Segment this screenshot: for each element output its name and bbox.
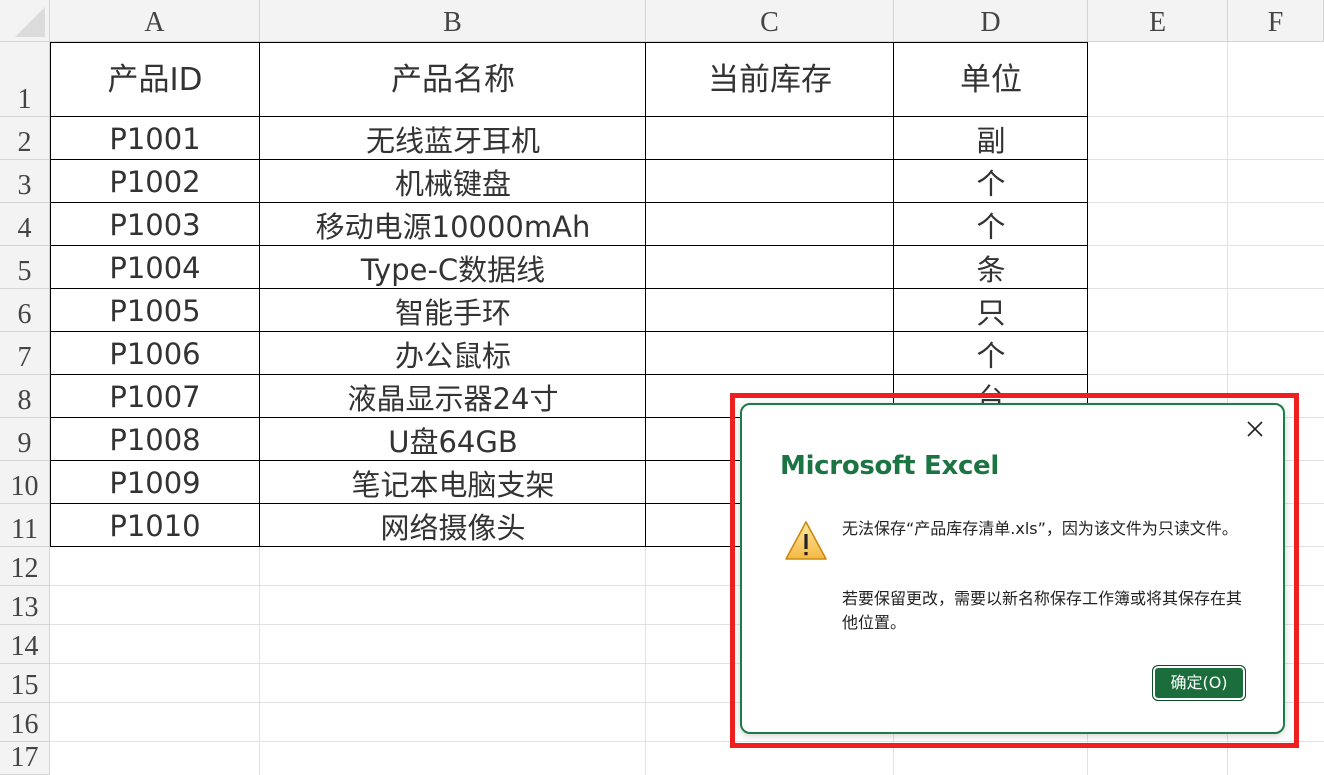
row-number: 17 <box>10 742 39 773</box>
row-number: 16 <box>10 709 39 740</box>
row-header-14[interactable]: 14 <box>0 625 50 664</box>
cell-c2[interactable] <box>646 117 894 160</box>
row-header-11[interactable]: 11 <box>0 504 50 547</box>
cell-c7[interactable] <box>646 332 894 375</box>
cell-b6[interactable]: 智能手环 <box>260 289 646 332</box>
cell-d4[interactable]: 个 <box>894 203 1088 246</box>
cell-a4[interactable]: P1003 <box>50 203 260 246</box>
row-number: 8 <box>17 385 32 416</box>
dialog-title: Microsoft Excel <box>780 451 1000 481</box>
row-header-5[interactable]: 5 <box>0 246 50 289</box>
row-header-9[interactable]: 9 <box>0 418 50 461</box>
warning-icon <box>785 521 827 560</box>
column-header-a[interactable]: A <box>50 0 260 42</box>
column-header-c[interactable]: C <box>646 0 894 42</box>
row-number: 11 <box>11 514 38 545</box>
cell-a2[interactable]: P1001 <box>50 117 260 160</box>
row-header-4[interactable]: 4 <box>0 203 50 246</box>
cell-a10[interactable]: P1009 <box>50 461 260 504</box>
row-number: 5 <box>17 256 32 287</box>
ok-button[interactable]: 确定(O) <box>1152 665 1246 701</box>
dialog-message-primary: 无法保存“产品库存清单.xls”，因为该文件为只读文件。 <box>842 519 1238 538</box>
cell-d7[interactable]: 个 <box>894 332 1088 375</box>
row-number: 4 <box>17 213 32 244</box>
column-header-b[interactable]: B <box>260 0 646 42</box>
cell-c6[interactable] <box>646 289 894 332</box>
row-number: 2 <box>17 127 32 158</box>
cell-a5[interactable]: P1004 <box>50 246 260 289</box>
close-icon[interactable] <box>1241 415 1269 443</box>
row-header-13[interactable]: 13 <box>0 586 50 625</box>
dialog-message-secondary: 若要保留更改，需要以新名称保存工作簿或将其保存在其他位置。 <box>842 589 1243 632</box>
cell-a9[interactable]: P1008 <box>50 418 260 461</box>
cell-b11[interactable]: 网络摄像头 <box>260 504 646 547</box>
cell-a3[interactable]: P1002 <box>50 160 260 203</box>
column-header-e[interactable]: E <box>1088 0 1228 42</box>
row-header-2[interactable]: 2 <box>0 117 50 160</box>
row-number: 12 <box>10 553 39 584</box>
column-header-d[interactable]: D <box>894 0 1088 42</box>
cell-b9[interactable]: U盘64GB <box>260 418 646 461</box>
row-header-6[interactable]: 6 <box>0 289 50 332</box>
cell-d1[interactable]: 单位 <box>894 42 1088 117</box>
cell-b3[interactable]: 机械键盘 <box>260 160 646 203</box>
row-header-3[interactable]: 3 <box>0 160 50 203</box>
cell-b4[interactable]: 移动电源10000mAh <box>260 203 646 246</box>
cell-b5[interactable]: Type-C数据线 <box>260 246 646 289</box>
row-number: 6 <box>17 299 32 330</box>
row-number: 14 <box>10 631 39 662</box>
cell-b10[interactable]: 笔记本电脑支架 <box>260 461 646 504</box>
cell-c5[interactable] <box>646 246 894 289</box>
row-number: 15 <box>10 670 39 701</box>
save-error-dialog: Microsoft Excel 无法保存“产品库存清单.xls”，因为该文件为只… <box>740 403 1285 734</box>
row-number: 10 <box>10 471 39 502</box>
row-number: 3 <box>17 170 32 201</box>
row-header-15[interactable]: 15 <box>0 664 50 703</box>
select-all-corner[interactable] <box>0 0 50 42</box>
row-header-1[interactable]: 1 <box>0 42 50 117</box>
column-header-f[interactable]: F <box>1228 0 1324 42</box>
cell-a1[interactable]: 产品ID <box>50 42 260 117</box>
row-header-10[interactable]: 10 <box>0 461 50 504</box>
cell-d5[interactable]: 条 <box>894 246 1088 289</box>
row-header-16[interactable]: 16 <box>0 703 50 742</box>
cell-a7[interactable]: P1006 <box>50 332 260 375</box>
cell-b2[interactable]: 无线蓝牙耳机 <box>260 117 646 160</box>
row-header-7[interactable]: 7 <box>0 332 50 375</box>
cell-d2[interactable]: 副 <box>894 117 1088 160</box>
cell-c4[interactable] <box>646 203 894 246</box>
cell-d3[interactable]: 个 <box>894 160 1088 203</box>
cell-b8[interactable]: 液晶显示器24寸 <box>260 375 646 418</box>
cell-c1[interactable]: 当前库存 <box>646 42 894 117</box>
cell-b1[interactable]: 产品名称 <box>260 42 646 117</box>
row-number: 13 <box>10 592 39 623</box>
cell-a6[interactable]: P1005 <box>50 289 260 332</box>
cell-a11[interactable]: P1010 <box>50 504 260 547</box>
row-header-17[interactable]: 17 <box>0 742 50 775</box>
row-header-8[interactable]: 8 <box>0 375 50 418</box>
row-header-12[interactable]: 12 <box>0 547 50 586</box>
cell-d6[interactable]: 只 <box>894 289 1088 332</box>
cell-b7[interactable]: 办公鼠标 <box>260 332 646 375</box>
row-number: 1 <box>17 84 32 115</box>
cell-c3[interactable] <box>646 160 894 203</box>
row-number: 9 <box>17 428 32 459</box>
row-number: 7 <box>17 342 32 373</box>
cell-a8[interactable]: P1007 <box>50 375 260 418</box>
